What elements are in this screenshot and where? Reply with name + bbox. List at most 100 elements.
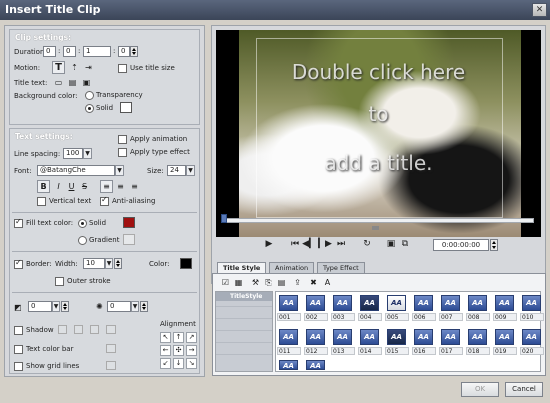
tool-icon[interactable]: ⚒ — [249, 276, 262, 289]
fill-solid-radio[interactable] — [78, 219, 87, 228]
bg-color-swatch[interactable] — [120, 102, 132, 113]
skip-start-icon[interactable]: ⏮ — [288, 238, 302, 252]
fill-gradient-radio[interactable] — [78, 236, 87, 245]
align-bottom-right-icon[interactable]: ↘ — [186, 358, 197, 369]
align-bottom-left-icon[interactable]: ↙ — [160, 358, 171, 369]
style-thumbnail-013[interactable]: AA — [333, 329, 352, 345]
close-icon[interactable]: ✕ — [532, 3, 547, 17]
border-width-spinner[interactable] — [114, 258, 122, 269]
tab-title-style[interactable]: Title Style — [217, 262, 267, 273]
align-top-left-icon[interactable]: ↖ — [160, 332, 171, 343]
use-title-size-checkbox[interactable] — [118, 64, 127, 73]
duration-hours[interactable]: 0 — [43, 46, 56, 57]
outer-stroke-checkbox[interactable] — [55, 277, 64, 286]
align-bottom-icon[interactable]: ↓ — [173, 358, 184, 369]
play-icon[interactable]: ▶ — [262, 238, 276, 252]
folder-icon[interactable]: ▤ — [275, 276, 288, 289]
shadow-checkbox[interactable] — [14, 326, 23, 335]
chevron-down-icon[interactable]: ▼ — [52, 301, 60, 312]
step-forward-icon[interactable]: ▎▶ — [318, 238, 332, 252]
bold-button[interactable]: B — [37, 180, 50, 193]
style-thumbnail-019[interactable]: AA — [495, 329, 514, 345]
cancel-button[interactable]: Cancel — [505, 382, 543, 397]
grid-view-icon[interactable]: ▦ — [232, 276, 245, 289]
border-color-swatch[interactable] — [180, 258, 192, 269]
style-thumbnail-009[interactable]: AA — [495, 295, 514, 311]
style-thumbnail-017[interactable]: AA — [441, 329, 460, 345]
bg-transparency-radio[interactable] — [85, 91, 94, 100]
line-spacing-select[interactable]: 100 — [63, 148, 83, 159]
shadow-style-4[interactable] — [106, 325, 116, 334]
style-thumbnail-007[interactable]: AA — [441, 295, 460, 311]
chevron-down-icon[interactable]: ▼ — [115, 165, 124, 176]
font-select[interactable]: @BatangChe — [37, 165, 115, 176]
snapshot-icon[interactable]: ⧉ — [398, 238, 412, 252]
shadow-style-2[interactable] — [74, 325, 83, 334]
shadow-offset-spinner[interactable] — [61, 301, 69, 312]
timecode-field[interactable]: 0:00:00:00 — [433, 239, 489, 251]
text-color-bar-checkbox[interactable] — [14, 345, 23, 354]
style-thumbnail-021[interactable]: AA — [279, 360, 298, 370]
chevron-down-icon[interactable]: ▼ — [131, 301, 139, 312]
chevron-down-icon[interactable]: ▼ — [105, 258, 113, 269]
fill-text-color-checkbox[interactable] — [14, 217, 23, 228]
chevron-down-icon[interactable]: ▼ — [186, 165, 195, 176]
tv-preview-icon[interactable]: ▣ — [384, 238, 398, 252]
color-bar-swatch[interactable] — [106, 344, 116, 353]
style-thumbnail-020[interactable]: AA — [522, 329, 541, 345]
style-thumbnail-012[interactable]: AA — [306, 329, 325, 345]
style-thumbnail-014[interactable]: AA — [360, 329, 379, 345]
export-icon[interactable]: ⇪ — [291, 276, 304, 289]
align-top-icon[interactable]: ↑ — [173, 332, 184, 343]
style-thumbnail-002[interactable]: AA — [306, 295, 325, 311]
underline-button[interactable]: U — [65, 180, 78, 193]
shadow-blur-spinner[interactable] — [140, 301, 148, 312]
style-thumbnail-003[interactable]: AA — [333, 295, 352, 311]
apply-animation-checkbox[interactable] — [118, 135, 127, 144]
style-thumbnail-005[interactable]: AA — [387, 295, 406, 311]
new-file-icon[interactable]: ▭ — [52, 76, 65, 89]
show-grid-lines-checkbox[interactable] — [14, 362, 23, 371]
align-right-icon[interactable]: ≡ — [128, 180, 141, 193]
font-style-icon[interactable]: A — [321, 276, 334, 289]
bg-solid-radio[interactable] — [85, 104, 94, 113]
duration-minutes[interactable]: 0 — [63, 46, 76, 57]
timecode-spinner[interactable] — [490, 239, 498, 251]
style-thumbnail-016[interactable]: AA — [414, 329, 433, 345]
style-thumbnail-011[interactable]: AA — [279, 329, 298, 345]
align-left-arrow-icon[interactable]: ← — [160, 345, 171, 356]
copy-icon[interactable]: ⎘ — [262, 276, 275, 289]
repeat-icon[interactable]: ↻ — [360, 238, 374, 252]
tab-animation[interactable]: Animation — [269, 262, 315, 273]
gradient-swatch[interactable] — [123, 234, 135, 245]
align-center-arrow-icon[interactable]: ✣ — [173, 345, 184, 356]
skip-end-icon[interactable]: ⏭ — [334, 238, 348, 252]
shadow-style-3[interactable] — [90, 325, 99, 334]
save-icon[interactable]: ▣ — [80, 76, 93, 89]
tab-type-effect[interactable]: Type Effect — [317, 262, 365, 273]
strikethrough-button[interactable]: S — [78, 180, 91, 193]
style-thumbnail-001[interactable]: AA — [279, 295, 298, 311]
check-icon[interactable]: ☑ — [219, 276, 232, 289]
apply-type-effect-checkbox[interactable] — [118, 148, 127, 157]
style-thumbnail-022[interactable]: AA — [306, 360, 325, 370]
align-right-arrow-icon[interactable]: → — [186, 345, 197, 356]
vertical-text-checkbox[interactable] — [37, 197, 46, 206]
category-title-style[interactable]: TitleStyle — [216, 292, 272, 301]
style-thumbnail-004[interactable]: AA — [360, 295, 379, 311]
grid-settings-button[interactable] — [106, 361, 116, 370]
text-motion-icon[interactable]: T — [52, 61, 65, 74]
duration-seconds[interactable]: 1 — [83, 46, 111, 57]
size-select[interactable]: 24 — [167, 165, 186, 176]
style-thumbnail-018[interactable]: AA — [468, 329, 487, 345]
border-checkbox[interactable] — [14, 258, 23, 269]
chevron-down-icon[interactable]: ▼ — [83, 148, 92, 159]
shadow-blur-input[interactable]: 0 — [107, 301, 131, 312]
align-center-icon[interactable]: ≡ — [114, 180, 127, 193]
italic-button[interactable]: I — [52, 180, 65, 193]
open-folder-icon[interactable]: ▤ — [66, 76, 79, 89]
timeline-slider-thumb[interactable] — [221, 214, 227, 223]
motion-up-icon[interactable]: ⇡ — [68, 61, 81, 74]
duration-spinner[interactable] — [130, 46, 138, 57]
style-thumbnail-008[interactable]: AA — [468, 295, 487, 311]
